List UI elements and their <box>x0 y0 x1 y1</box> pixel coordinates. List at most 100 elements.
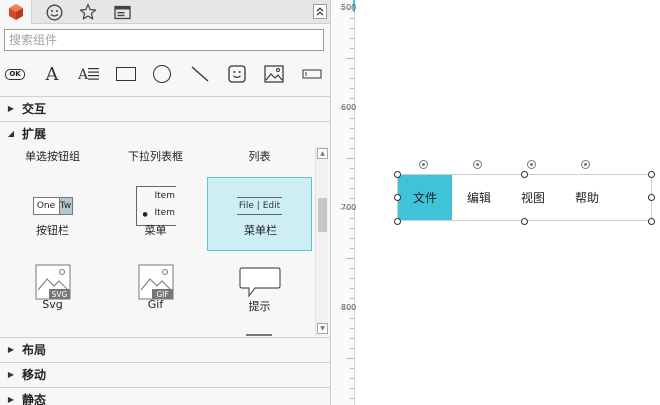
menu-file[interactable]: 文件 <box>398 175 452 220</box>
ruler-tick <box>350 368 354 369</box>
component-label: 按钮栏 <box>36 224 69 237</box>
scroll-thumb[interactable] <box>318 198 327 232</box>
menu-icon: Item ● Item <box>103 186 208 226</box>
menu-help[interactable]: 帮助 <box>560 175 614 220</box>
gif-component[interactable]: GIF Gif <box>103 254 208 328</box>
resize-handle-top[interactable] <box>521 171 528 178</box>
design-canvas[interactable]: 文件 编辑 视图 帮助 <box>356 0 660 405</box>
component-search-input[interactable] <box>4 29 324 51</box>
components-tab[interactable] <box>0 0 32 24</box>
ruler-tick <box>346 158 354 159</box>
smiley-icon <box>46 4 62 20</box>
component-label: 提示 <box>248 300 271 313</box>
masters-tab[interactable] <box>106 0 138 24</box>
triangle-right-icon: ▶ <box>7 395 15 404</box>
radio-group-item[interactable]: 单选按钮组 <box>0 148 105 164</box>
ruler-tick <box>350 168 354 169</box>
ruler-tick <box>350 328 354 329</box>
image-tool[interactable] <box>261 60 287 88</box>
smiley-square-icon <box>228 65 246 83</box>
menu-item-anchor[interactable] <box>581 160 590 169</box>
emoji-tool[interactable] <box>224 60 250 88</box>
resize-handle-bottom[interactable] <box>521 218 528 225</box>
ruler-tick <box>350 18 354 19</box>
scroll-down-button[interactable]: ▼ <box>317 323 328 334</box>
ruler-tick <box>340 8 354 9</box>
button-bar-component[interactable]: One Tw 按钮栏 <box>0 178 105 252</box>
text-tool[interactable]: A <box>39 60 65 88</box>
scroll-up-button[interactable]: ▲ <box>317 148 328 159</box>
star-icon <box>79 3 97 20</box>
paragraph-tool[interactable]: A <box>76 60 102 88</box>
ruler-tick <box>350 338 354 339</box>
ellipse-tool[interactable] <box>149 60 175 88</box>
svg-component[interactable]: SVG Svg <box>0 254 105 328</box>
svg-image-icon: SVG <box>0 262 105 302</box>
section-title: 静态 <box>22 393 47 405</box>
resize-handle-right[interactable] <box>648 194 655 201</box>
resize-handle-top-left[interactable] <box>394 171 401 178</box>
section-motion[interactable]: ▶ 移动 <box>0 362 330 386</box>
collapse-panel-button[interactable] <box>313 4 327 19</box>
text-shape-icon: A <box>45 63 59 85</box>
ruler-tick <box>350 298 354 299</box>
resize-handle-top-right[interactable] <box>648 171 655 178</box>
button-bar-icon: One Tw <box>0 186 105 226</box>
section-static[interactable]: ▶ 静态 <box>0 387 330 405</box>
section-title: 交互 <box>22 102 47 116</box>
menubar-component[interactable]: File | Edit 菜单栏 <box>207 177 312 251</box>
ruler-tick <box>350 98 354 99</box>
resize-handle-bottom-right[interactable] <box>648 218 655 225</box>
input-tool[interactable] <box>299 60 325 88</box>
button-shape-icon: OK <box>5 68 25 80</box>
ruler-tick <box>350 28 354 29</box>
menubar-icon: File | Edit <box>208 186 311 226</box>
gif-image-icon: GIF <box>103 262 208 302</box>
section-extension[interactable]: ◢ 扩展 <box>0 121 330 145</box>
menu-component[interactable]: Item ● Item 菜单 <box>103 178 208 252</box>
dropdown-item[interactable]: 下拉列表框 <box>103 148 208 164</box>
ruler-tick <box>350 228 354 229</box>
ruler-tick <box>350 378 354 379</box>
section-interaction[interactable]: ▶ 交互 <box>0 96 330 120</box>
line-icon <box>191 66 209 82</box>
component-label: 菜单栏 <box>244 224 277 237</box>
svg-text:A: A <box>78 67 89 82</box>
triangle-right-icon: ▶ <box>7 104 15 113</box>
section-title: 移动 <box>22 368 47 382</box>
component-grid-scrollbar[interactable]: ▲ ▼ <box>315 146 328 336</box>
preview-text: Item <box>154 191 176 201</box>
menu-item-anchor[interactable] <box>419 160 428 169</box>
menu-item-anchor[interactable] <box>527 160 536 169</box>
vertical-ruler: 500 600 700 800 <box>332 0 356 405</box>
resize-handle-left[interactable] <box>394 194 401 201</box>
ruler-tick <box>350 88 354 89</box>
section-title: 布局 <box>22 343 47 357</box>
section-layout[interactable]: ▶ 布局 <box>0 337 330 361</box>
ruler-tick <box>350 178 354 179</box>
ruler-tick <box>350 118 354 119</box>
menu-edit[interactable]: 编辑 <box>452 175 506 220</box>
resize-handle-bottom-left[interactable] <box>394 218 401 225</box>
ruler-tick <box>350 48 354 49</box>
circle-icon <box>153 65 171 83</box>
list-item-component[interactable]: 列表 <box>207 148 312 164</box>
emoji-tab[interactable] <box>38 0 70 24</box>
ruler-tick <box>346 58 354 59</box>
rectangle-icon <box>116 67 136 81</box>
ruler-tick <box>350 278 354 279</box>
menu-item-anchor[interactable] <box>473 160 482 169</box>
extension-component-grid: 单选按钮组 下拉列表框 列表 One Tw 按钮栏 Item ● Item 菜单 <box>0 146 314 336</box>
ruler-tick <box>350 38 354 39</box>
rectangle-tool[interactable] <box>113 60 139 88</box>
menubar-widget[interactable]: 文件 编辑 视图 帮助 <box>397 174 652 221</box>
button-tool[interactable]: OK <box>2 60 28 88</box>
line-tool[interactable] <box>187 60 213 88</box>
ruler-tick <box>346 358 354 359</box>
tooltip-component[interactable]: 提示 <box>207 254 312 328</box>
favorites-tab[interactable] <box>72 0 104 24</box>
ruler-tick <box>350 218 354 219</box>
ruler-tick <box>350 238 354 239</box>
menu-view[interactable]: 视图 <box>506 175 560 220</box>
ruler-tick <box>340 208 354 209</box>
